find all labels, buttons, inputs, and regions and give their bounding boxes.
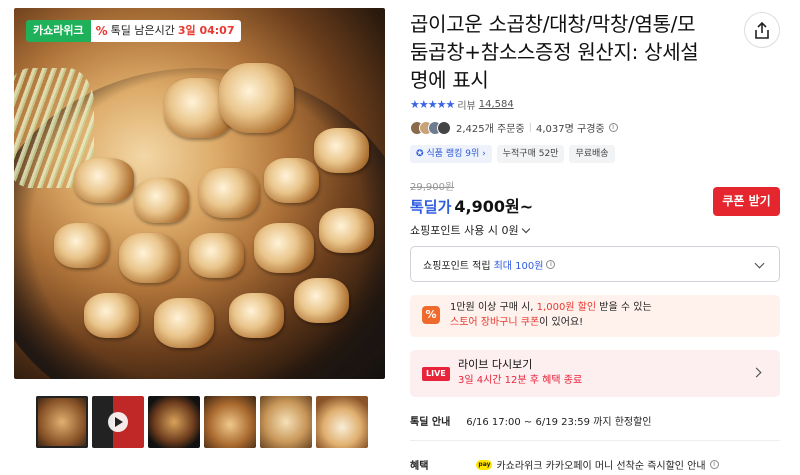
thumbnail-3[interactable] (148, 396, 200, 448)
stats-row: 2,425개 주문중 | 4,037명 구경중 i (410, 120, 618, 135)
deal-week-badge: 카쇼라위크 (26, 20, 91, 42)
image-food-chunk (319, 208, 374, 253)
timer-prefix: 톡딜 남은시간 (110, 24, 175, 37)
chevron-down-icon (521, 224, 530, 233)
benefit-label: 혜택 (410, 461, 429, 472)
image-food-chunk (199, 168, 259, 218)
image-food-chunk (134, 178, 189, 223)
divider-bar: | (528, 122, 532, 133)
thumbnail-5[interactable] (260, 396, 312, 448)
image-food-chunk (219, 63, 294, 133)
share-button[interactable] (744, 12, 780, 48)
image-food-chunk (254, 223, 314, 273)
benefit-row[interactable]: 혜택 pay 카쇼라위크 카카오페이 머니 선착순 즉시할인 안내 i (410, 457, 719, 472)
info-icon[interactable]: i (709, 460, 719, 469)
thumbnail-1[interactable] (36, 396, 88, 448)
image-food-chunk (84, 293, 139, 338)
info-icon[interactable]: i (546, 259, 556, 269)
thumbnail-4[interactable] (204, 396, 256, 448)
info-icon[interactable]: i (608, 123, 618, 132)
image-food-chunk (189, 233, 244, 278)
thumbnail-strip (36, 396, 368, 448)
deal-timer-badge: % 톡딜 남은시간 3일 04:07 (90, 20, 242, 42)
rating-row: ★★★★★ 리뷰 14,584 (410, 97, 514, 112)
price-row: 톡딜가 4,900원~ (410, 193, 533, 217)
deal-badges: 카쇼라위크 % 톡딜 남은시간 3일 04:07 (26, 20, 242, 42)
cart-coupon-banner[interactable]: % 1만원 이상 구매 시, 1,000원 할인 받을 수 있는 스토어 장바구… (410, 295, 780, 337)
deal-info-label: 톡딜 안내 (410, 417, 451, 428)
percent-icon: % (95, 24, 108, 38)
chip-free-shipping: 무료배송 (569, 145, 615, 163)
image-food-chunk (154, 298, 214, 348)
buyer-avatars (410, 120, 451, 135)
image-food-chunk (229, 293, 284, 338)
chip-row: ✪ 식품 랭킹 9위 › 누적구매 52만 무료배송 (410, 145, 615, 163)
original-price: 29,900원 (410, 182, 455, 193)
point-use-label: 쇼핑포인트 사용 시 0원 (410, 224, 519, 237)
cart-coupon-line2: 스토어 장바구니 쿠폰이 있어요! (450, 317, 584, 328)
play-icon (108, 412, 128, 432)
order-count: 2,425개 주문중 (456, 124, 525, 135)
deal-info-text: 6/16 17:00 ~ 6/19 23:59 까지 한정할인 (466, 417, 652, 428)
image-food-chunk (54, 223, 109, 268)
point-earn-box[interactable]: 쇼핑포인트 적립 최대 100원 i (410, 246, 780, 282)
deal-price-label: 톡딜가 (410, 198, 452, 216)
benefit-text: 카쇼라위크 카카오페이 머니 선착순 즉시할인 안내 (496, 461, 706, 472)
image-food-chunk (119, 233, 179, 283)
thumbnail-6[interactable] (316, 396, 368, 448)
review-label: 리뷰 (457, 101, 476, 112)
image-food-chunk (314, 128, 369, 173)
share-icon (755, 21, 769, 39)
deal-price-value: 4,900원~ (454, 197, 534, 216)
image-food-chunk (264, 158, 319, 203)
chevron-down-icon (754, 258, 765, 269)
live-subtitle: 3일 4시간 12분 후 혜택 종료 (458, 375, 583, 386)
product-main-image[interactable] (14, 8, 385, 379)
image-food-chunk (74, 158, 134, 203)
chip-purchases: 누적구매 52만 (496, 145, 565, 163)
live-title: 라이브 다시보기 (458, 358, 533, 371)
timer-value: 3일 04:07 (177, 24, 235, 37)
live-replay-banner[interactable]: LIVE 라이브 다시보기 3일 4시간 12분 후 혜택 종료 (410, 350, 780, 397)
live-badge: LIVE (422, 367, 450, 381)
viewer-count: 4,037명 구경중 (535, 124, 605, 135)
point-earn-label: 쇼핑포인트 적립 (423, 260, 491, 272)
thumbnail-2-video[interactable] (92, 396, 144, 448)
product-title: 곱이고운 소곱창/대창/막창/염통/모둠곱창+참소스증정 원산지: 상세설명에 … (410, 12, 699, 92)
point-use-dropdown[interactable]: 쇼핑포인트 사용 시 0원 (410, 222, 530, 238)
star-rating-icon: ★★★★★ (410, 98, 455, 111)
chip-ranking[interactable]: ✪ 식품 랭킹 9위 › (410, 145, 492, 163)
review-count-link[interactable]: 14,584 (479, 99, 514, 110)
point-earn-max: 최대 100원 (493, 260, 544, 272)
kakaopay-icon: pay (476, 459, 493, 470)
coupon-button[interactable]: 쿠폰 받기 (713, 187, 780, 216)
coupon-percent-icon: % (422, 306, 440, 324)
cart-coupon-line1: 1만원 이상 구매 시, 1,000원 할인 받을 수 있는 (450, 302, 652, 313)
image-food-chunk (294, 278, 349, 323)
section-divider (410, 440, 780, 441)
deal-info-row: 톡딜 안내 6/16 17:00 ~ 6/19 23:59 까지 한정할인 (410, 413, 652, 428)
